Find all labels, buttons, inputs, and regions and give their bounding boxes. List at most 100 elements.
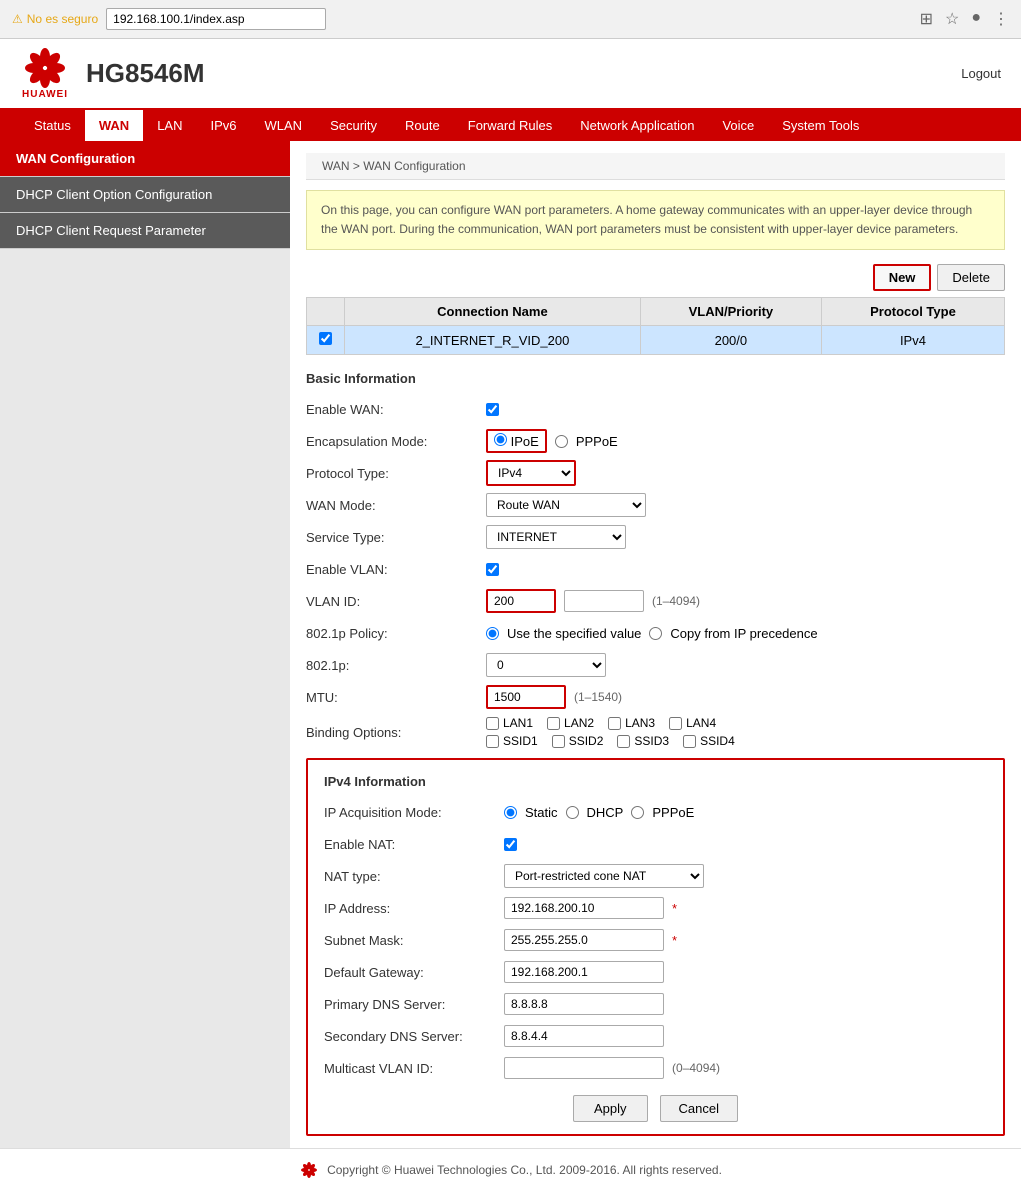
primary-dns-input[interactable] [504, 993, 664, 1015]
nav-status[interactable]: Status [20, 110, 85, 141]
ssid4-checkbox[interactable] [683, 735, 696, 748]
row-checkbox[interactable] [319, 332, 332, 345]
pppoe-radio[interactable] [555, 435, 568, 448]
vlan-id-extra[interactable] [564, 590, 644, 612]
mtu-control: (1–1540) [486, 685, 622, 709]
nav-lan[interactable]: LAN [143, 110, 196, 141]
profile-icon: ● [971, 9, 981, 29]
logout-button[interactable]: Logout [961, 66, 1001, 81]
ssid2-checkbox[interactable] [552, 735, 565, 748]
info-box: On this page, you can configure WAN port… [306, 190, 1005, 250]
enable-vlan-control [486, 563, 499, 576]
row-checkbox-cell[interactable] [307, 326, 345, 355]
use-specified-radio[interactable] [486, 627, 499, 640]
wan-mode-select[interactable]: Route WAN [486, 493, 646, 517]
enable-nat-checkbox[interactable] [504, 838, 517, 851]
ipoe-radio[interactable] [494, 433, 507, 446]
binding-ssid1[interactable]: SSID1 [486, 734, 538, 748]
subnet-mask-asterisk: * [672, 933, 677, 948]
sidebar-item-wan-config[interactable]: WAN Configuration [0, 141, 290, 177]
policy-802-row: 802.1p Policy: Use the specified value C… [306, 620, 1005, 646]
mtu-input[interactable] [486, 685, 566, 709]
service-type-select[interactable]: INTERNET [486, 525, 626, 549]
lan2-checkbox[interactable] [547, 717, 560, 730]
cancel-button[interactable]: Cancel [660, 1095, 738, 1122]
binding-lan3[interactable]: LAN3 [608, 716, 655, 730]
primary-dns-control [504, 993, 664, 1015]
ip-address-row: IP Address: * [324, 895, 987, 921]
nav-forward-rules[interactable]: Forward Rules [454, 110, 567, 141]
binding-lan1[interactable]: LAN1 [486, 716, 533, 730]
default-gw-input[interactable] [504, 961, 664, 983]
encap-mode-control: IPoE PPPoE [486, 429, 618, 453]
enable-vlan-label: Enable VLAN: [306, 562, 486, 577]
binding-lan4[interactable]: LAN4 [669, 716, 716, 730]
col-vlan-priority: VLAN/Priority [640, 298, 821, 326]
apply-button[interactable]: Apply [573, 1095, 648, 1122]
mtu-hint: (1–1540) [574, 690, 622, 704]
new-button[interactable]: New [873, 264, 932, 291]
ipoe-option-group: IPoE [486, 429, 547, 453]
secondary-dns-label: Secondary DNS Server: [324, 1029, 504, 1044]
pppoe-ip-radio[interactable] [631, 806, 644, 819]
breadcrumb: WAN > WAN Configuration [306, 153, 1005, 180]
nav-voice[interactable]: Voice [708, 110, 768, 141]
copy-ip-label: Copy from IP precedence [670, 626, 817, 641]
mtu-label: MTU: [306, 690, 486, 705]
logo-area: HUAWEI [20, 47, 70, 100]
lan3-checkbox[interactable] [608, 717, 621, 730]
multicast-vlan-label: Multicast VLAN ID: [324, 1061, 504, 1076]
sidebar-item-dhcp-request[interactable]: DHCP Client Request Parameter [0, 213, 290, 249]
enable-vlan-checkbox[interactable] [486, 563, 499, 576]
url-input[interactable] [106, 8, 326, 30]
nav-wan[interactable]: WAN [85, 110, 143, 141]
lan1-checkbox[interactable] [486, 717, 499, 730]
use-specified-label: Use the specified value [507, 626, 641, 641]
nav-route[interactable]: Route [391, 110, 454, 141]
nat-type-select[interactable]: Port-restricted cone NAT [504, 864, 704, 888]
binding-line-2: SSID1 SSID2 SSID3 SSID4 [486, 734, 735, 748]
browser-bar: ⚠ No es seguro ⊞ ☆ ● ⋮ [0, 0, 1021, 39]
ip-address-input[interactable] [504, 897, 664, 919]
binding-ssid2[interactable]: SSID2 [552, 734, 604, 748]
delete-button[interactable]: Delete [937, 264, 1005, 291]
warning-text: No es seguro [27, 12, 98, 26]
copy-ip-radio[interactable] [649, 627, 662, 640]
enable-wan-row: Enable WAN: [306, 396, 1005, 422]
binding-ssid4[interactable]: SSID4 [683, 734, 735, 748]
nav-wlan[interactable]: WLAN [251, 110, 317, 141]
binding-line-1: LAN1 LAN2 LAN3 LAN4 [486, 716, 735, 730]
binding-lan2[interactable]: LAN2 [547, 716, 594, 730]
multicast-vlan-input[interactable] [504, 1057, 664, 1079]
vlan-id-control: (1–4094) [486, 589, 700, 613]
nav-ipv6[interactable]: IPv6 [197, 110, 251, 141]
static-radio[interactable] [504, 806, 517, 819]
sidebar-item-dhcp-option[interactable]: DHCP Client Option Configuration [0, 177, 290, 213]
table-row[interactable]: 2_INTERNET_R_VID_200 200/0 IPv4 [307, 326, 1005, 355]
field-802-select[interactable]: 0 [486, 653, 606, 677]
row-vlan-priority: 200/0 [640, 326, 821, 355]
footer-logo-icon [299, 1161, 319, 1179]
multicast-vlan-hint: (0–4094) [672, 1061, 720, 1075]
ip-acq-row: IP Acquisition Mode: Static DHCP PPPoE [324, 799, 987, 825]
nat-type-label: NAT type: [324, 869, 504, 884]
page-header: HUAWEI HG8546M Logout [0, 39, 1021, 110]
ssid3-checkbox[interactable] [617, 735, 630, 748]
enable-wan-label: Enable WAN: [306, 402, 486, 417]
protocol-type-select[interactable]: IPv4 [486, 460, 576, 486]
default-gw-control [504, 961, 664, 983]
nav-system-tools[interactable]: System Tools [768, 110, 873, 141]
secondary-dns-input[interactable] [504, 1025, 664, 1047]
dhcp-radio[interactable] [566, 806, 579, 819]
vlan-id-input[interactable] [486, 589, 556, 613]
ip-acq-label: IP Acquisition Mode: [324, 805, 504, 820]
nav-network-application[interactable]: Network Application [566, 110, 708, 141]
subnet-mask-label: Subnet Mask: [324, 933, 504, 948]
ssid1-checkbox[interactable] [486, 735, 499, 748]
nav-security[interactable]: Security [316, 110, 391, 141]
protocol-type-control: IPv4 [486, 460, 576, 486]
binding-ssid3[interactable]: SSID3 [617, 734, 669, 748]
enable-wan-checkbox[interactable] [486, 403, 499, 416]
subnet-mask-input[interactable] [504, 929, 664, 951]
lan4-checkbox[interactable] [669, 717, 682, 730]
